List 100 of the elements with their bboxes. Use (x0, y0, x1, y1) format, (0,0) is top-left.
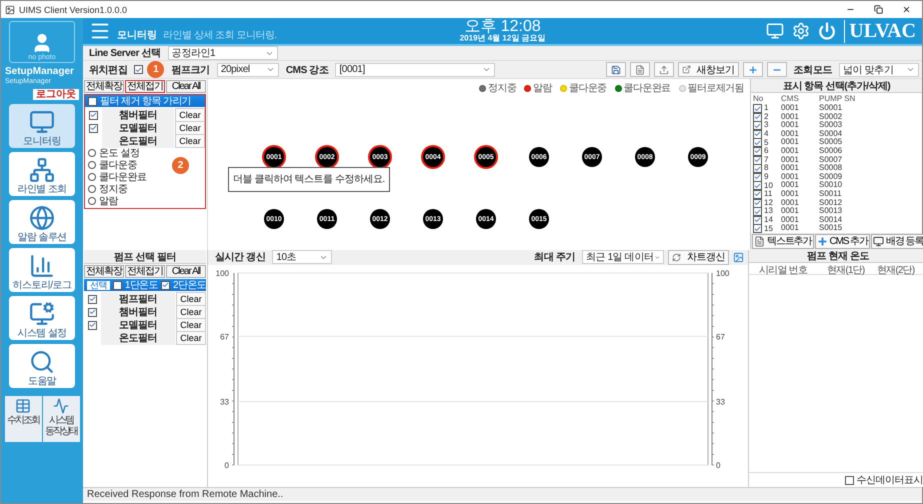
dropdown[interactable]: 10초 (272, 250, 332, 264)
table-cell-text: 0001 (781, 138, 800, 147)
checkbox[interactable] (844, 476, 854, 484)
hide-removed-bar[interactable]: 필터 제거 항목 가리기 (85, 95, 205, 107)
clear-button[interactable]: Clear (175, 134, 205, 148)
globe-icon (29, 205, 55, 231)
dropdown[interactable]: 20pixel (216, 62, 279, 76)
power-icon[interactable] (818, 22, 836, 40)
clear-button[interactable]: Clear (176, 318, 206, 332)
radio-button[interactable] (88, 196, 96, 204)
filter-label: 모델필터 (102, 121, 174, 135)
chart-refresh-button[interactable]: 차트갱신 (668, 250, 729, 264)
table-cell-text: 0001 (781, 181, 800, 190)
text-note[interactable]: 더블 클릭하여 텍스트를 수정하세요. (228, 167, 390, 192)
nav-tile[interactable]: 도움말 (9, 344, 75, 388)
filter-label: 챔버필터 (101, 305, 175, 319)
nav-tile[interactable]: 히스토리/로그 (9, 248, 75, 292)
clear-button[interactable]: Clear (175, 121, 205, 135)
radio-button[interactable] (88, 184, 96, 192)
table-cell-text: 7 (764, 156, 768, 164)
checkbox[interactable] (112, 280, 122, 290)
field-label: Line Server 선택 (88, 47, 162, 60)
table-cell-text: S0011 (819, 190, 843, 199)
nav-tile[interactable]: 라인별 조회 (9, 152, 75, 196)
monitor-icon[interactable] (766, 22, 784, 40)
legend-label: 정지중 (488, 82, 516, 95)
clear-button[interactable]: Clear (175, 108, 205, 122)
clear-button[interactable]: Clear (176, 331, 206, 345)
checkbox[interactable] (753, 121, 762, 130)
document-button[interactable] (630, 62, 650, 77)
column-header: 현재(1단) (827, 264, 866, 277)
settings-icon[interactable] (792, 22, 810, 40)
panel-button[interactable]: CMS 추가 (814, 234, 870, 249)
table-cell-text: S0003 (819, 121, 844, 130)
table-cell-text: S0007 (819, 156, 844, 164)
clear-button[interactable]: Clear (176, 305, 206, 319)
panel-button[interactable]: 전체접기 (125, 265, 165, 278)
panel-button[interactable]: 전체확장 (84, 265, 124, 278)
checkbox[interactable] (88, 308, 96, 316)
panel-button[interactable]: Clear All (166, 265, 206, 278)
hide-removed-label: 필터 제거 항목 가리기 (100, 95, 192, 108)
panel-button[interactable]: 배경 등록 (870, 234, 923, 249)
checkbox[interactable] (753, 207, 762, 216)
checkbox[interactable] (753, 138, 762, 148)
logo: ULVAC (844, 20, 916, 42)
checkbox[interactable] (88, 110, 98, 120)
checkbox[interactable] (88, 294, 96, 304)
radio-button[interactable] (88, 160, 96, 168)
status-message: Received Response from Remote Machine.. (83, 487, 922, 501)
clock-time: 오후 12:08 (464, 18, 541, 34)
radio-label: 쿨다운완료 (99, 170, 146, 184)
checkbox[interactable] (88, 124, 98, 132)
nav-tile[interactable]: 수치조회 (4, 396, 42, 442)
checkbox[interactable] (134, 65, 144, 74)
nav-tile[interactable]: 시스템 동작상태 (42, 396, 80, 442)
image-icon[interactable] (733, 252, 744, 262)
checkbox[interactable] (753, 224, 762, 233)
checkbox[interactable] (753, 164, 762, 174)
table-cell-text: S0006 (819, 146, 844, 156)
dropdown[interactable]: [0001] (335, 62, 496, 76)
new-window-button[interactable]: 새창보기 (678, 62, 739, 77)
dropdown[interactable]: 최근 1일 데이터 (582, 250, 664, 264)
export-button[interactable] (654, 62, 674, 77)
column-header: No (753, 93, 764, 104)
table-cell-text: 0001 (781, 190, 800, 199)
panel-button[interactable]: Clear All (166, 80, 206, 93)
dropdown[interactable]: 공정라인1 (168, 46, 278, 60)
radio-button[interactable] (88, 172, 96, 180)
nav-tile[interactable]: 모니터링 (9, 104, 75, 148)
check-icon (135, 66, 142, 74)
legend-label: 필터로제거됨 (688, 82, 744, 95)
table-cell-text: S0002 (819, 112, 844, 121)
checkbox[interactable] (753, 181, 762, 190)
table-icon (15, 398, 31, 414)
clear-button[interactable]: Clear (176, 292, 206, 306)
panel-button[interactable]: 전체확장 (84, 80, 124, 93)
logout-button[interactable]: 로그아웃 (33, 89, 79, 100)
panel-title: 펌프 선택 필터 (84, 250, 206, 264)
checkbox[interactable] (160, 280, 170, 290)
zoom-in-button[interactable] (742, 62, 763, 77)
checkbox[interactable] (88, 96, 97, 106)
radio-button[interactable] (88, 148, 96, 156)
panel-button[interactable]: 텍스트추가 (752, 234, 814, 249)
table-cell-text: 0001 (781, 224, 800, 233)
tick-label: 67 (220, 332, 229, 342)
user-name: SetupManager (5, 67, 74, 77)
field-label: 최대 주기 (533, 251, 576, 264)
table-cell-text: S0008 (819, 164, 844, 173)
check-icon (162, 281, 169, 289)
nav-tile[interactable]: 시스템 설정 (9, 296, 75, 340)
option-label: 2단온도 (172, 279, 206, 292)
save-button[interactable] (606, 62, 626, 77)
checkbox[interactable] (88, 320, 96, 330)
panel-button[interactable]: 전체접기 (125, 80, 165, 93)
table-cell-text: 0001 (781, 146, 800, 156)
dropdown[interactable]: 넓이 맞추기 (839, 62, 919, 76)
checkbox[interactable] (753, 104, 762, 113)
zoom-out-button[interactable] (766, 62, 787, 77)
nav-tile[interactable]: 알람 솔루션 (9, 200, 75, 244)
tick-label: 33 (716, 398, 725, 407)
